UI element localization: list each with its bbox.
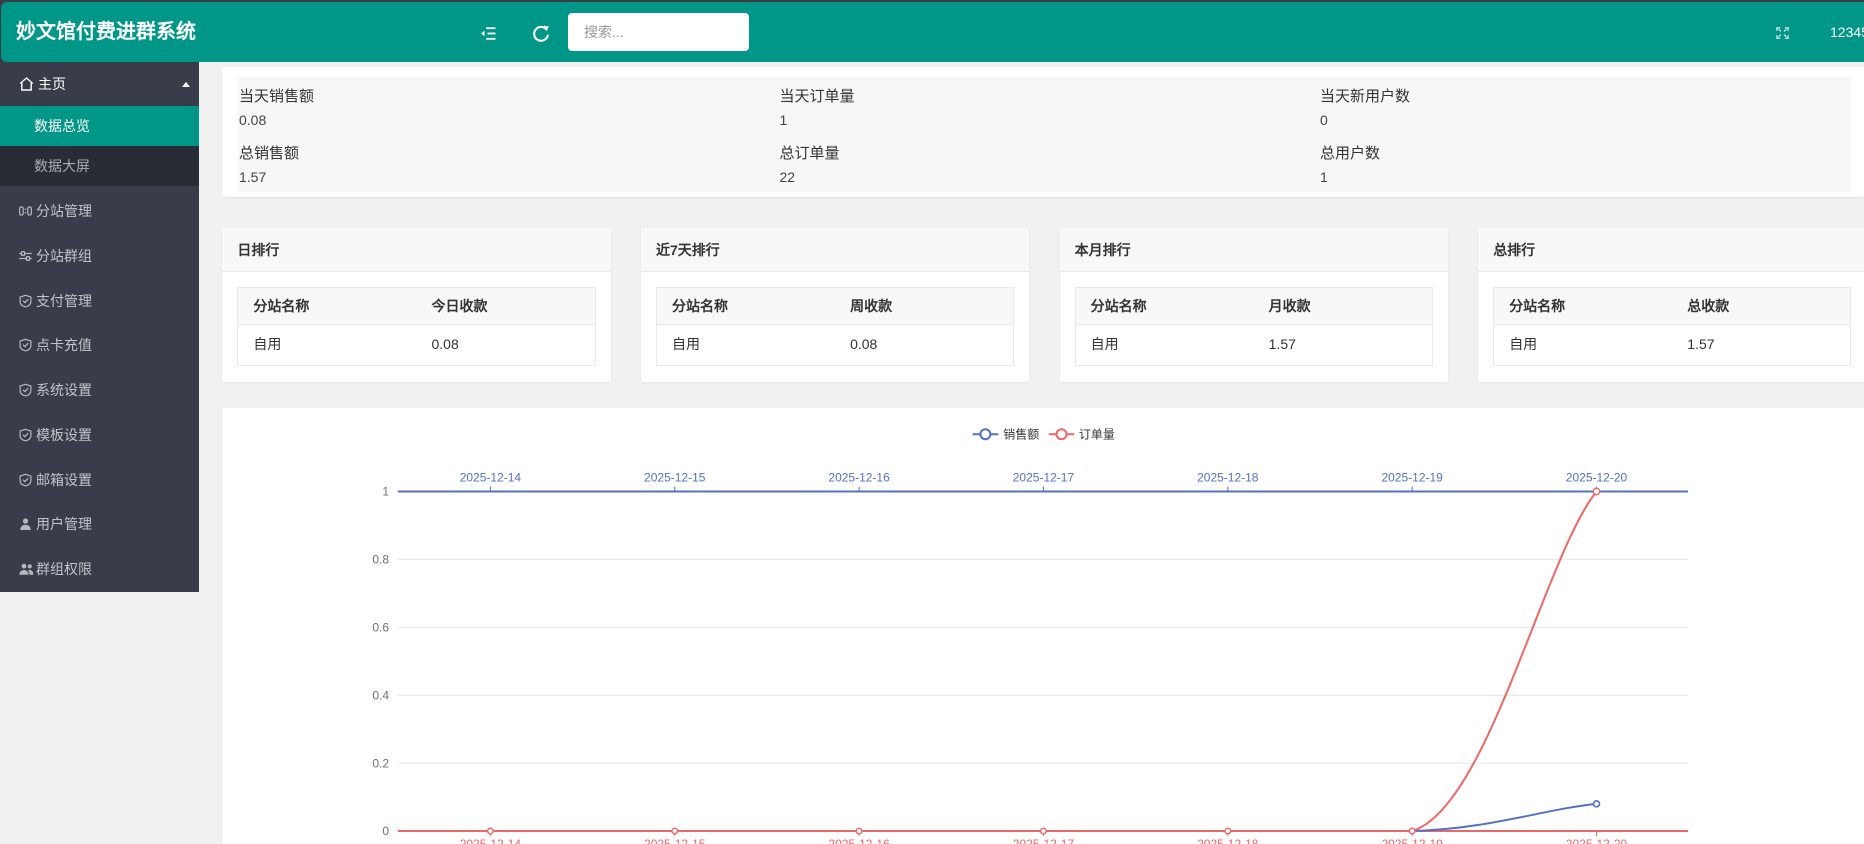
svg-text:0.4: 0.4 <box>373 688 390 702</box>
svg-text:0.6: 0.6 <box>373 621 390 635</box>
svg-text:2025-12-14: 2025-12-14 <box>460 837 522 844</box>
svg-text:0.8: 0.8 <box>373 553 390 567</box>
svg-text:2025-12-14: 2025-12-14 <box>460 470 522 484</box>
svg-text:0: 0 <box>383 824 390 838</box>
svg-text:销售额: 销售额 <box>1004 427 1040 442</box>
svg-text:订单量: 订单量 <box>1079 428 1115 442</box>
svg-text:2025-12-19: 2025-12-19 <box>1382 837 1444 844</box>
svg-text:2025-12-20: 2025-12-20 <box>1566 470 1628 484</box>
svg-text:1: 1 <box>383 485 390 499</box>
svg-text:2025-12-16: 2025-12-16 <box>829 837 891 844</box>
svg-text:0.2: 0.2 <box>373 756 390 770</box>
svg-text:2025-12-15: 2025-12-15 <box>644 470 706 484</box>
svg-text:2025-12-17: 2025-12-17 <box>1013 470 1075 484</box>
svg-text:2025-12-16: 2025-12-16 <box>829 470 891 484</box>
svg-text:2025-12-15: 2025-12-15 <box>644 837 706 844</box>
svg-text:2025-12-17: 2025-12-17 <box>1013 837 1075 844</box>
svg-text:2025-12-20: 2025-12-20 <box>1566 837 1628 844</box>
svg-text:2025-12-18: 2025-12-18 <box>1197 470 1259 484</box>
svg-text:2025-12-18: 2025-12-18 <box>1197 837 1259 844</box>
svg-text:2025-12-19: 2025-12-19 <box>1382 470 1444 484</box>
